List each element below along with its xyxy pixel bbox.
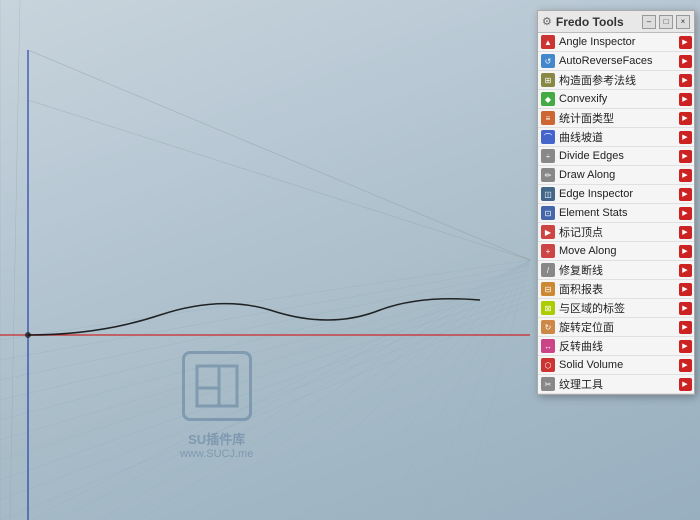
tool-icon-curve-roads: ⌒ <box>540 129 556 145</box>
panel-title: Fredo Tools <box>556 15 624 29</box>
tool-arrow-solid-volume: ▶ <box>678 358 692 372</box>
tool-arrow-angle-inspector: ▶ <box>678 35 692 49</box>
tool-icon-mark-vertices: ▶ <box>540 224 556 240</box>
tool-arrow-divide-edges: ▶ <box>678 149 692 163</box>
watermark-text2: www.SUCJ.me <box>180 448 253 460</box>
tool-item-rotate-face[interactable]: ↻ 旋转定位面 ▶ <box>538 318 694 337</box>
tool-icon-construct-reference: ⊞ <box>540 72 556 88</box>
fredo-icon: ⚙ <box>542 15 552 28</box>
fredo-panel: ⚙ Fredo Tools – □ × ▲ Angle Inspector ▶ … <box>537 10 695 395</box>
tool-icon-divide-edges: ÷ <box>540 148 556 164</box>
tool-label-auto-reverse-faces: AutoReverseFaces <box>559 55 678 67</box>
close-button[interactable]: × <box>676 15 690 29</box>
tool-arrow-auto-reverse-faces: ▶ <box>678 54 692 68</box>
tool-icon-count-face-types: ≡ <box>540 110 556 126</box>
tool-arrow-area-report: ▶ <box>678 282 692 296</box>
tool-arrow-reverse-curve: ▶ <box>678 339 692 353</box>
tool-arrow-convexify: ▶ <box>678 92 692 106</box>
tool-label-curve-roads: 曲线坡道 <box>559 129 678 145</box>
tool-arrow-element-stats: ▶ <box>678 206 692 220</box>
tool-label-edge-inspector: Edge Inspector <box>559 188 678 200</box>
tool-label-area-report: 面积报表 <box>559 281 678 297</box>
tool-arrow-edge-inspector: ▶ <box>678 187 692 201</box>
maximize-button[interactable]: □ <box>659 15 673 29</box>
tool-label-area-label: 与区域的标签 <box>559 300 678 316</box>
tool-item-reverse-curve[interactable]: ↔ 反转曲线 ▶ <box>538 337 694 356</box>
tool-arrow-count-face-types: ▶ <box>678 111 692 125</box>
tool-item-repair-lines[interactable]: / 修复断线 ▶ <box>538 261 694 280</box>
tool-arrow-repair-lines: ▶ <box>678 263 692 277</box>
tool-arrow-area-label: ▶ <box>678 301 692 315</box>
tool-arrow-texture-tool: ▶ <box>678 377 692 391</box>
watermark: SU插件库 www.SUCJ.me <box>180 351 253 460</box>
tool-icon-angle-inspector: ▲ <box>540 34 556 50</box>
tool-label-texture-tool: 纹理工具 <box>559 376 678 392</box>
tool-icon-reverse-curve: ↔ <box>540 338 556 354</box>
tool-arrow-mark-vertices: ▶ <box>678 225 692 239</box>
panel-titlebar: ⚙ Fredo Tools – □ × <box>538 11 694 33</box>
tool-item-convexify[interactable]: ◆ Convexify ▶ <box>538 90 694 109</box>
tool-item-draw-along[interactable]: ✏ Draw Along ▶ <box>538 166 694 185</box>
tool-label-construct-reference: 构造面参考法线 <box>559 72 678 88</box>
tool-item-move-along[interactable]: + Move Along ▶ <box>538 242 694 261</box>
tool-item-auto-reverse-faces[interactable]: ↺ AutoReverseFaces ▶ <box>538 52 694 71</box>
tool-arrow-rotate-face: ▶ <box>678 320 692 334</box>
tool-item-edge-inspector[interactable]: ◫ Edge Inspector ▶ <box>538 185 694 204</box>
panel-controls: – □ × <box>642 15 690 29</box>
tool-label-mark-vertices: 标记顶点 <box>559 224 678 240</box>
tool-icon-convexify: ◆ <box>540 91 556 107</box>
panel-title-area: ⚙ Fredo Tools <box>542 15 624 29</box>
tool-item-angle-inspector[interactable]: ▲ Angle Inspector ▶ <box>538 33 694 52</box>
tool-icon-auto-reverse-faces: ↺ <box>540 53 556 69</box>
tool-label-solid-volume: Solid Volume <box>559 359 678 371</box>
tool-item-area-label[interactable]: ⊠ 与区域的标签 ▶ <box>538 299 694 318</box>
tool-item-area-report[interactable]: ⊟ 面积报表 ▶ <box>538 280 694 299</box>
tool-arrow-draw-along: ▶ <box>678 168 692 182</box>
minimize-button[interactable]: – <box>642 15 656 29</box>
tool-item-mark-vertices[interactable]: ▶ 标记顶点 ▶ <box>538 223 694 242</box>
tool-icon-area-label: ⊠ <box>540 300 556 316</box>
tool-label-count-face-types: 统计面类型 <box>559 110 678 126</box>
tool-icon-move-along: + <box>540 243 556 259</box>
tool-label-reverse-curve: 反转曲线 <box>559 338 678 354</box>
watermark-text1: SU插件库 <box>180 429 253 448</box>
tool-label-rotate-face: 旋转定位面 <box>559 319 678 335</box>
tool-item-element-stats[interactable]: ⊡ Element Stats ▶ <box>538 204 694 223</box>
tool-list: ▲ Angle Inspector ▶ ↺ AutoReverseFaces ▶… <box>538 33 694 394</box>
tool-label-draw-along: Draw Along <box>559 169 678 181</box>
tool-icon-rotate-face: ↻ <box>540 319 556 335</box>
tool-label-divide-edges: Divide Edges <box>559 150 678 162</box>
tool-label-element-stats: Element Stats <box>559 207 678 219</box>
watermark-logo <box>182 351 252 421</box>
tool-arrow-move-along: ▶ <box>678 244 692 258</box>
tool-icon-element-stats: ⊡ <box>540 205 556 221</box>
tool-label-angle-inspector: Angle Inspector <box>559 36 678 48</box>
tool-item-solid-volume[interactable]: ⬡ Solid Volume ▶ <box>538 356 694 375</box>
tool-item-texture-tool[interactable]: ✂ 纹理工具 ▶ <box>538 375 694 394</box>
tool-label-repair-lines: 修复断线 <box>559 262 678 278</box>
tool-arrow-curve-roads: ▶ <box>678 130 692 144</box>
tool-item-count-face-types[interactable]: ≡ 统计面类型 ▶ <box>538 109 694 128</box>
tool-icon-solid-volume: ⬡ <box>540 357 556 373</box>
tool-label-convexify: Convexify <box>559 93 678 105</box>
tool-icon-draw-along: ✏ <box>540 167 556 183</box>
tool-item-curve-roads[interactable]: ⌒ 曲线坡道 ▶ <box>538 128 694 147</box>
tool-item-construct-reference[interactable]: ⊞ 构造面参考法线 ▶ <box>538 71 694 90</box>
tool-icon-edge-inspector: ◫ <box>540 186 556 202</box>
tool-icon-texture-tool: ✂ <box>540 376 556 392</box>
tool-icon-area-report: ⊟ <box>540 281 556 297</box>
tool-icon-repair-lines: / <box>540 262 556 278</box>
tool-label-move-along: Move Along <box>559 245 678 257</box>
tool-arrow-construct-reference: ▶ <box>678 73 692 87</box>
tool-item-divide-edges[interactable]: ÷ Divide Edges ▶ <box>538 147 694 166</box>
